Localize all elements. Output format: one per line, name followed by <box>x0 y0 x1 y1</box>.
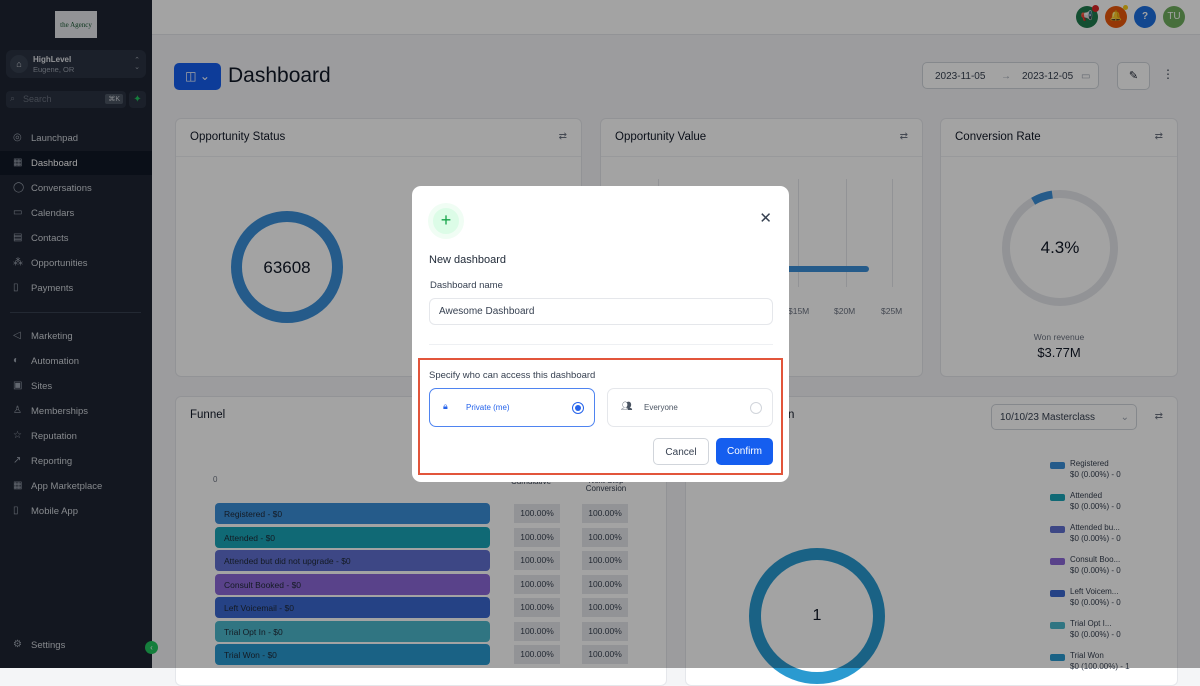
access-label: Specify who can access this dashboard <box>429 370 596 381</box>
users-icon: 👥︎ <box>621 401 633 411</box>
lock-icon: 🔒︎ <box>443 401 448 411</box>
access-option-everyone[interactable]: 👥︎ Everyone <box>607 388 773 427</box>
radio-private[interactable] <box>572 402 584 414</box>
divider <box>429 344 773 345</box>
access-option-private[interactable]: 🔒︎ Private (me) <box>429 388 595 427</box>
radio-everyone[interactable] <box>750 402 762 414</box>
new-dashboard-modal: + ✕ New dashboard Dashboard name Specify… <box>412 186 789 482</box>
confirm-button[interactable]: Confirm <box>716 438 773 465</box>
cancel-button[interactable]: Cancel <box>653 438 709 465</box>
dashboard-name-label: Dashboard name <box>430 280 503 291</box>
plus-icon: + <box>428 203 464 239</box>
close-icon[interactable]: ✕ <box>759 209 772 227</box>
option-label: Everyone <box>644 403 678 412</box>
option-label: Private (me) <box>466 403 510 412</box>
dashboard-name-input[interactable] <box>429 298 773 325</box>
modal-title: New dashboard <box>429 254 507 266</box>
